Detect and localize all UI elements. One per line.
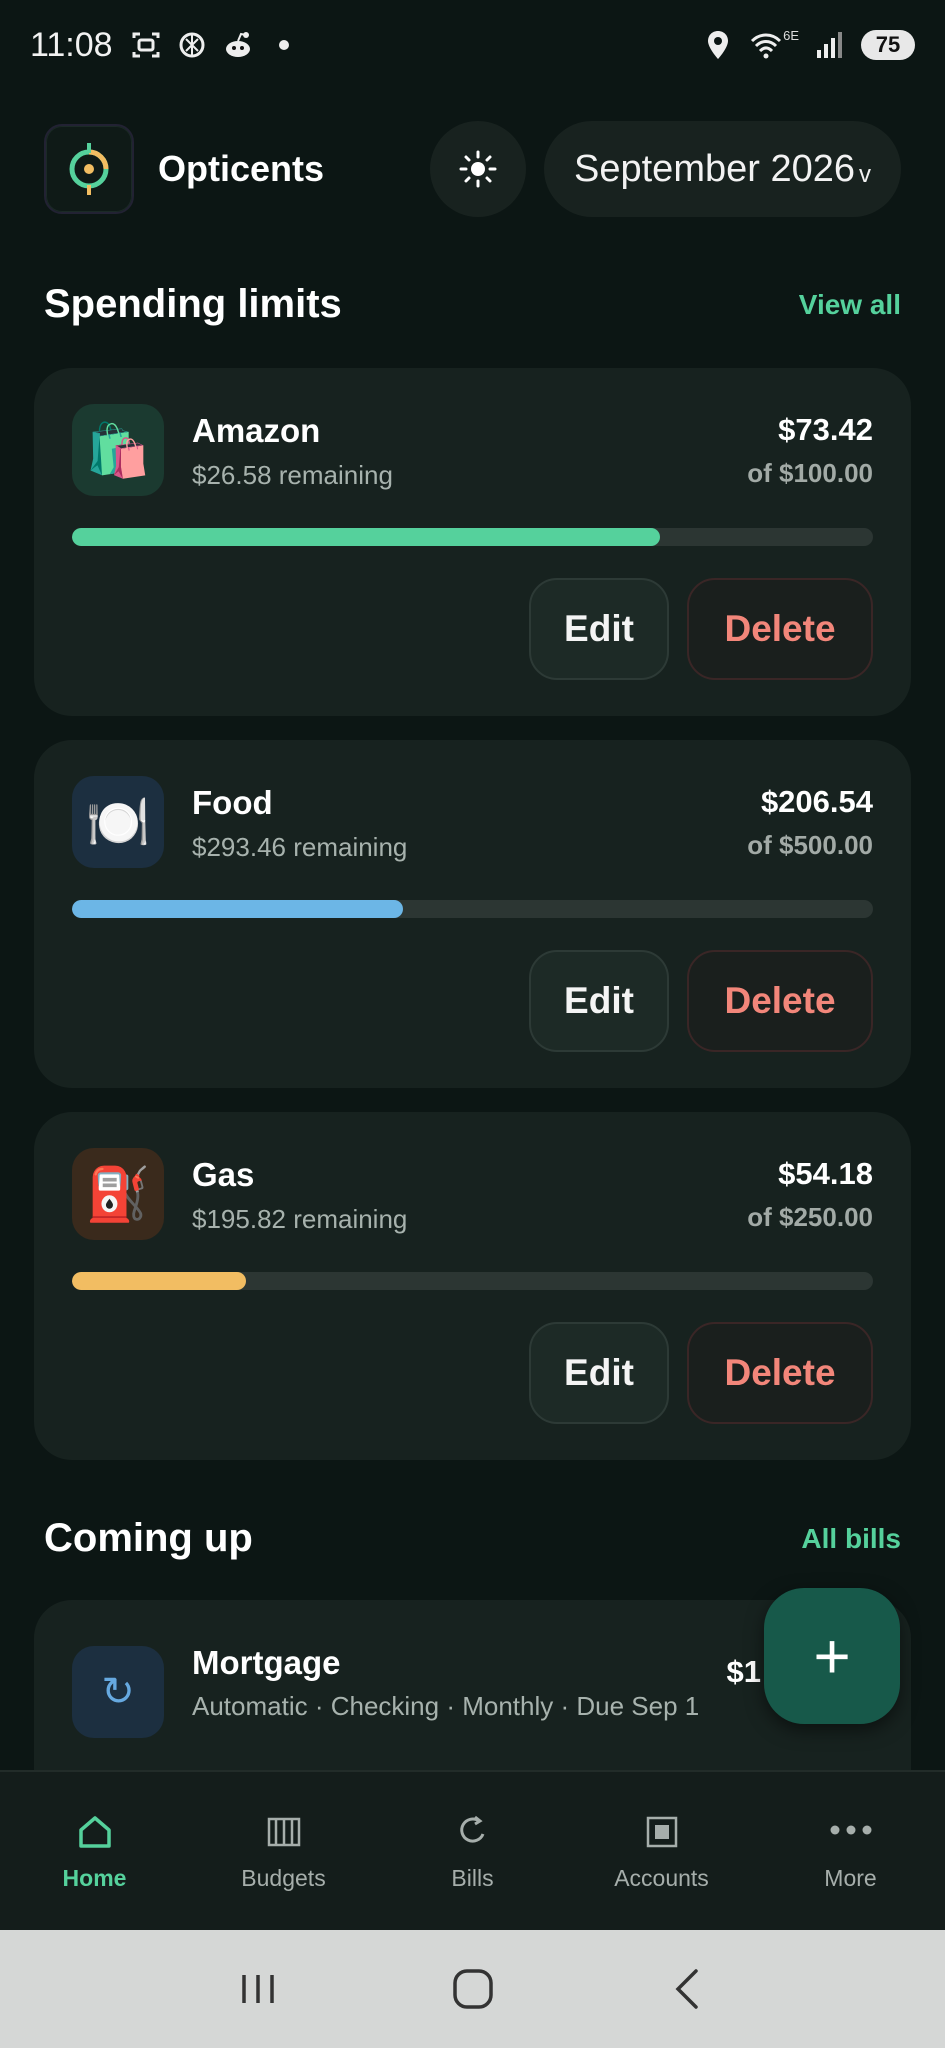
budget-name: Food [192, 784, 273, 821]
app-logo-icon [44, 124, 134, 214]
nav-label: Home [62, 1864, 127, 1891]
status-system-icons: 6E 75 [701, 28, 915, 62]
back-icon[interactable] [664, 1965, 712, 2013]
spending-limits-header: Spending limits View all [44, 282, 901, 327]
nav-item-more[interactable]: More [756, 1772, 945, 1930]
budget-spent: $54.18 [778, 1156, 873, 1191]
budgets-icon [264, 1811, 304, 1853]
budget-remaining: $293.46 remaining [192, 832, 408, 862]
budget-spent: $73.42 [778, 412, 873, 447]
recents-icon[interactable] [234, 1965, 282, 2013]
progress-bar [72, 900, 873, 918]
budget-card-amazon: 🛍️ Amazon $26.58 remaining $73.42 of $10… [34, 368, 911, 716]
progress-bar [72, 1272, 873, 1290]
status-time: 11:08 [30, 25, 113, 64]
budget-limit: of $100.00 [747, 458, 873, 488]
budget-limit: of $250.00 [747, 1202, 873, 1232]
status-bar: 11:08 6E 75 [0, 0, 945, 90]
accounts-icon [642, 1811, 682, 1853]
network-type-label: 6E [783, 27, 799, 43]
add-fab-button[interactable]: + [764, 1588, 900, 1724]
home-icon [75, 1811, 115, 1853]
progress-fill [72, 1272, 246, 1290]
progress-fill [72, 900, 403, 918]
nav-label: Bills [451, 1864, 494, 1891]
plate-icon: 🍽️ [72, 776, 164, 868]
nav-item-home[interactable]: Home [0, 1772, 189, 1930]
edit-button[interactable]: Edit [529, 950, 669, 1052]
bill-name: Mortgage [192, 1644, 341, 1681]
budget-name: Amazon [192, 412, 321, 449]
notification-dot-icon [278, 40, 289, 50]
budget-limit: of $500.00 [747, 830, 873, 860]
bill-amount: $1 [726, 1654, 761, 1689]
more-icon [827, 1811, 875, 1853]
wifi-icon [751, 33, 782, 59]
battery-indicator: 75 [861, 30, 915, 60]
status-notification-icons [129, 28, 289, 62]
signal-icon [817, 32, 842, 58]
all-bills-link[interactable]: All bills [801, 1523, 901, 1555]
month-label: September 2026 [574, 147, 855, 190]
app-name: Opticents [158, 148, 325, 189]
nav-item-budgets[interactable]: Budgets [189, 1772, 378, 1930]
budget-card-food: 🍽️ Food $293.46 remaining $206.54 of $50… [34, 740, 911, 1088]
chevron-down-icon: v [859, 161, 871, 188]
location-icon [708, 31, 729, 59]
sun-icon [459, 150, 497, 188]
plus-icon: + [813, 1620, 851, 1692]
budget-card-gas: ⛽ Gas $195.82 remaining $54.18 of $250.0… [34, 1112, 911, 1460]
home-button-icon[interactable] [449, 1965, 497, 2013]
bottom-nav: Home Budgets Bills Accounts More [0, 1770, 945, 1930]
bill-meta: Automatic · Checking · Monthly · Due Sep… [192, 1691, 700, 1721]
progress-bar [72, 528, 873, 546]
section-title: Coming up [44, 1516, 253, 1560]
delete-button[interactable]: Delete [687, 578, 873, 680]
budget-remaining: $195.82 remaining [192, 1204, 408, 1234]
month-selector[interactable]: September 2026 v [544, 121, 901, 217]
recurring-icon: ↻ [72, 1646, 164, 1738]
theme-toggle-button[interactable] [430, 121, 527, 217]
budget-name: Gas [192, 1156, 255, 1193]
edit-button[interactable]: Edit [529, 1322, 669, 1424]
bills-icon [453, 1811, 493, 1853]
nav-label: Accounts [614, 1864, 709, 1891]
delete-button[interactable]: Delete [687, 950, 873, 1052]
screenshot-icon [132, 32, 160, 58]
budget-remaining: $26.58 remaining [192, 460, 393, 490]
nav-label: Budgets [241, 1864, 326, 1891]
edit-button[interactable]: Edit [529, 578, 669, 680]
nav-item-bills[interactable]: Bills [378, 1772, 567, 1930]
nav-item-accounts[interactable]: Accounts [567, 1772, 756, 1930]
view-all-link[interactable]: View all [799, 289, 901, 321]
fuel-pump-icon: ⛽ [72, 1148, 164, 1240]
coming-up-header: Coming up All bills [44, 1516, 901, 1561]
shopping-bags-icon: 🛍️ [72, 404, 164, 496]
reddit-icon [225, 32, 250, 57]
budget-spent: $206.54 [760, 784, 873, 819]
delete-button[interactable]: Delete [687, 1322, 873, 1424]
system-navigation-bar [0, 1930, 945, 2048]
section-title: Spending limits [44, 282, 342, 326]
progress-fill [72, 528, 661, 546]
chatgpt-icon [179, 32, 205, 58]
nav-label: More [824, 1864, 877, 1891]
app-header: Opticents September 2026 v [44, 120, 901, 218]
